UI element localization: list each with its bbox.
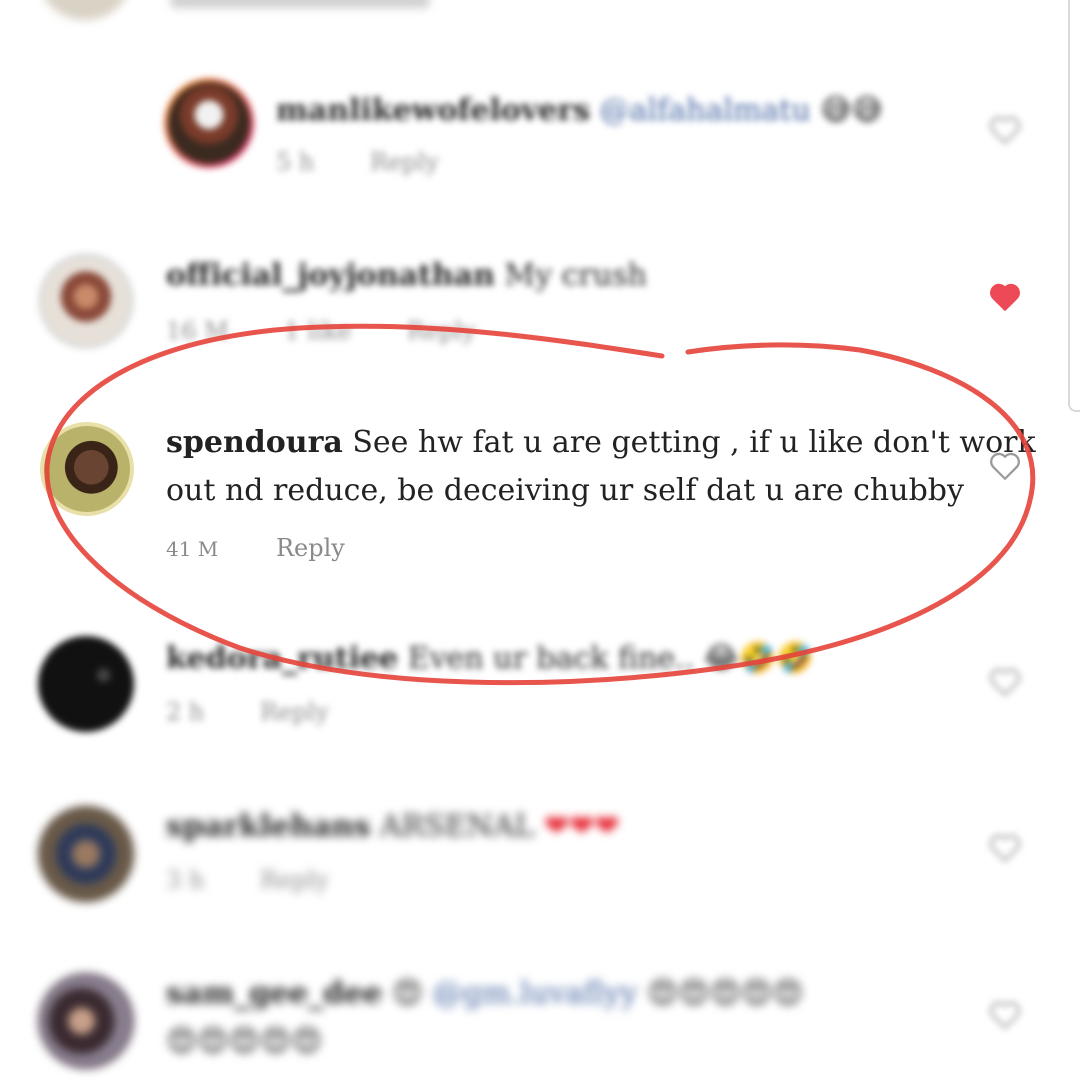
heart-icon[interactable]	[988, 666, 1022, 698]
username[interactable]: official_joyjonathan	[166, 258, 495, 293]
avatar[interactable]	[38, 806, 134, 902]
likes-count[interactable]: 1 like	[284, 317, 351, 345]
heart-filled-icon[interactable]	[988, 281, 1022, 313]
comment-text: Even ur back fine..	[407, 641, 695, 676]
reply-button[interactable]: Reply	[260, 698, 329, 726]
comment-row: manlikewofelovers @alfahalmatu 😅😅 5 h Re…	[0, 70, 1080, 190]
comment-body: manlikewofelovers @alfahalmatu 😅😅	[276, 88, 883, 134]
reply-button[interactable]: Reply	[407, 317, 476, 345]
partial-meta	[170, 0, 430, 8]
comment-row: sparklehans ARSENAL ❤❤❤ 3 h Reply	[0, 800, 1080, 920]
comment-meta: 5 h Reply	[276, 148, 487, 176]
comment-body-line2: out nd reduce, be deceiving ur self dat …	[166, 468, 964, 514]
heart-icon[interactable]	[988, 114, 1022, 146]
comment-text-line1: See hw fat u are getting , if u like don…	[352, 425, 1036, 460]
comment-meta: 41 M Reply	[166, 534, 393, 562]
emoji: 😅😅	[820, 93, 883, 128]
username[interactable]: kedora_rutiee	[166, 641, 398, 676]
emoji: 😍	[391, 976, 424, 1011]
username[interactable]: spendoura	[166, 425, 343, 460]
timestamp: 41 M	[166, 537, 219, 561]
comment-body-line2: 😍😍😍😍😍	[166, 1019, 322, 1065]
comment-row: kedora_rutiee Even ur back fine.. 😂🤣🤣 2 …	[0, 630, 1080, 750]
timestamp: 3 h	[166, 866, 205, 894]
comment-body: spendoura See hw fat u are getting , if …	[166, 420, 1036, 466]
emoji: 😂🤣🤣	[703, 641, 814, 676]
timestamp: 16 M	[166, 317, 229, 345]
comment-body: sparklehans ARSENAL ❤❤❤	[166, 804, 619, 850]
comment-row: official_joyjonathan My crush 16 M 1 lik…	[0, 245, 1080, 365]
avatar[interactable]	[164, 78, 254, 168]
username[interactable]: sparklehans	[166, 809, 370, 844]
username[interactable]: sam_gee_dee	[166, 976, 382, 1011]
comment-meta: 3 h Reply	[166, 866, 377, 894]
avatar[interactable]	[40, 422, 134, 516]
mention-link[interactable]: @gm.luvaflyy	[433, 976, 638, 1011]
comment-body: sam_gee_dee 😍 @gm.luvaflyy 😍😍😍😍😍	[166, 971, 804, 1017]
heart-icon[interactable]	[988, 450, 1022, 482]
heart-icon[interactable]	[988, 832, 1022, 864]
mention-link[interactable]: @alfahalmatu	[600, 93, 811, 128]
timestamp: 2 h	[166, 698, 205, 726]
comment-meta: 16 M 1 like Reply	[166, 317, 524, 345]
comment-text-line2: out nd reduce, be deceiving ur self dat …	[166, 473, 964, 508]
comment-body: kedora_rutiee Even ur back fine.. 😂🤣🤣	[166, 636, 813, 682]
avatar[interactable]	[40, 0, 130, 20]
comment-text: ARSENAL	[379, 809, 535, 844]
avatar[interactable]	[38, 636, 134, 732]
comment-text: My crush	[504, 258, 647, 293]
emoji: 😍😍😍😍😍	[166, 1024, 323, 1059]
reply-button[interactable]: Reply	[260, 866, 329, 894]
emoji: ❤❤❤	[543, 809, 620, 844]
reply-button[interactable]: Reply	[276, 534, 345, 562]
reply-button[interactable]: Reply	[370, 148, 439, 176]
timestamp: 5 h	[276, 148, 315, 176]
comment-row: sam_gee_dee 😍 @gm.luvaflyy 😍😍😍😍😍 😍😍😍😍😍	[0, 965, 1080, 1080]
username[interactable]: manlikewofelovers	[276, 93, 590, 128]
scrollbar[interactable]	[1068, 0, 1080, 412]
avatar[interactable]	[38, 973, 134, 1069]
avatar[interactable]	[38, 253, 134, 349]
comment-body: official_joyjonathan My crush	[166, 253, 647, 299]
comment-row-highlighted: spendoura See hw fat u are getting , if …	[0, 412, 1080, 582]
heart-icon[interactable]	[988, 999, 1022, 1031]
emoji: 😍😍😍😍😍	[647, 976, 804, 1011]
comment-meta: 2 h Reply	[166, 698, 377, 726]
comment-partial-top	[0, 0, 1080, 20]
